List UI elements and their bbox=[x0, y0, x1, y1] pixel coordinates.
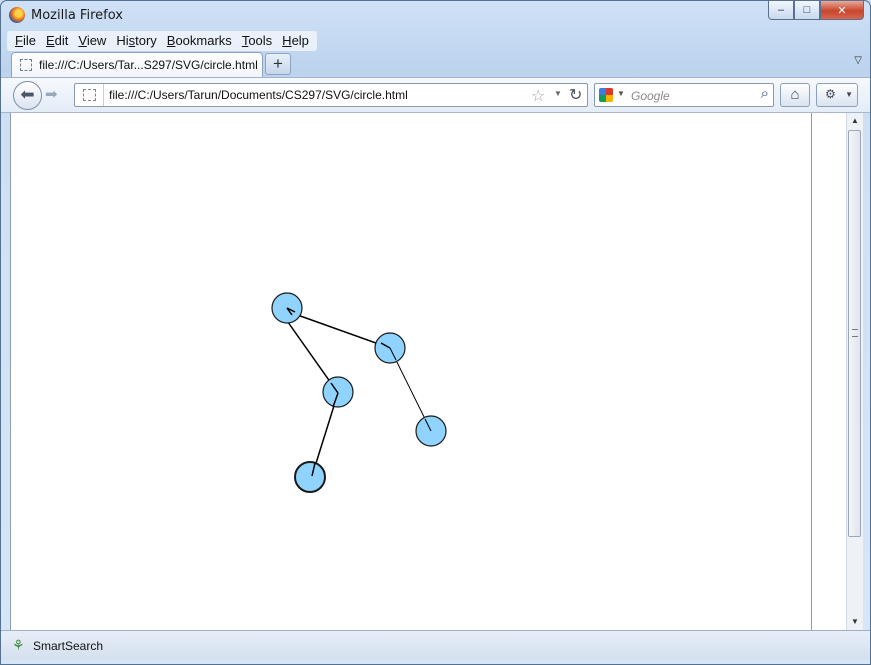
close-button[interactable]: ✕ bbox=[820, 1, 864, 20]
url-input[interactable]: file:///C:/Users/Tarun/Documents/CS297/S… bbox=[109, 88, 408, 102]
search-input[interactable]: Google bbox=[631, 89, 670, 103]
menu-bar: File Edit View History Bookmarks Tools Help bbox=[7, 31, 317, 51]
firefox-logo-icon bbox=[9, 7, 25, 23]
maximize-button[interactable]: □ bbox=[794, 1, 820, 20]
scroll-grip bbox=[852, 329, 858, 337]
search-bar[interactable]: ▼ Google ⌕ bbox=[594, 83, 774, 107]
search-engine-icon[interactable] bbox=[599, 88, 613, 102]
menu-help[interactable]: Help bbox=[277, 31, 314, 51]
menu-view[interactable]: View bbox=[73, 31, 111, 51]
page-favicon-icon bbox=[20, 59, 32, 71]
status-text[interactable]: SmartSearch bbox=[33, 639, 103, 653]
forward-button[interactable]: ➡ bbox=[45, 85, 58, 103]
home-button[interactable]: ⌂ bbox=[780, 83, 810, 107]
menu-tools[interactable]: Tools bbox=[237, 31, 277, 51]
back-button[interactable]: ⬅ bbox=[13, 81, 42, 110]
tab-label: file:///C:/Users/Tar...S297/SVG/circle.h… bbox=[39, 58, 258, 72]
addon-button[interactable]: ⚙ ▼ bbox=[816, 83, 858, 107]
navigation-toolbar: ⬅ ➡ file:///C:/Users/Tarun/Documents/CS2… bbox=[1, 77, 870, 113]
menu-history[interactable]: History bbox=[111, 31, 161, 51]
magnifier-icon[interactable]: ⌕ bbox=[761, 85, 769, 102]
tab-circle-html[interactable]: file:///C:/Users/Tar...S297/SVG/circle.h… bbox=[11, 52, 263, 77]
tab-strip: file:///C:/Users/Tar...S297/SVG/circle.h… bbox=[1, 51, 870, 77]
scroll-up-arrow-icon[interactable]: ▲ bbox=[847, 113, 863, 129]
new-tab-button[interactable]: + bbox=[265, 53, 291, 75]
reload-icon[interactable]: ↻ bbox=[569, 85, 582, 105]
page-right-margin bbox=[811, 113, 846, 630]
menu-edit[interactable]: Edit bbox=[41, 31, 73, 51]
browser-window: Mozilla Firefox – □ ✕ File Edit View Histor… bbox=[0, 0, 871, 665]
page-content bbox=[10, 113, 811, 630]
tree-edges-overlay bbox=[286, 307, 432, 477]
url-divider bbox=[103, 84, 104, 106]
home-icon: ⌂ bbox=[790, 86, 800, 103]
window-title: Mozilla Firefox bbox=[31, 8, 123, 23]
url-bar[interactable]: file:///C:/Users/Tarun/Documents/CS297/S… bbox=[74, 83, 588, 107]
bookmark-star-icon[interactable]: ☆ bbox=[531, 86, 545, 106]
scroll-thumb[interactable] bbox=[848, 130, 861, 537]
title-bar[interactable]: Mozilla Firefox – □ ✕ bbox=[1, 1, 870, 31]
smartsearch-icon[interactable]: ⚘ bbox=[12, 637, 25, 654]
tree-nodes bbox=[271, 292, 447, 493]
addon-icon: ⚙ bbox=[825, 87, 836, 101]
tree-edges bbox=[277, 307, 432, 477]
menu-file[interactable]: File bbox=[10, 31, 41, 51]
back-arrow-icon: ⬅ bbox=[20, 85, 35, 104]
addon-dropdown-icon: ▼ bbox=[845, 90, 853, 99]
tree-graph-svg bbox=[271, 292, 447, 493]
minimize-button[interactable]: – bbox=[768, 1, 794, 20]
status-bar: ⚘ SmartSearch bbox=[1, 630, 870, 660]
list-all-tabs-chevron-icon[interactable]: ▽ bbox=[854, 55, 862, 66]
scroll-down-arrow-icon[interactable]: ▼ bbox=[847, 614, 863, 630]
menu-bookmarks[interactable]: Bookmarks bbox=[162, 31, 237, 51]
window-controls: – □ ✕ bbox=[768, 1, 864, 20]
url-history-dropdown-icon[interactable]: ▼ bbox=[554, 89, 562, 98]
forward-arrow-icon: ➡ bbox=[45, 86, 58, 103]
search-engine-dropdown-icon[interactable]: ▼ bbox=[617, 89, 625, 98]
tree-node[interactable] bbox=[294, 461, 326, 493]
site-identity-icon[interactable] bbox=[83, 89, 96, 101]
vertical-scrollbar[interactable]: ▲ ▼ bbox=[846, 113, 863, 630]
